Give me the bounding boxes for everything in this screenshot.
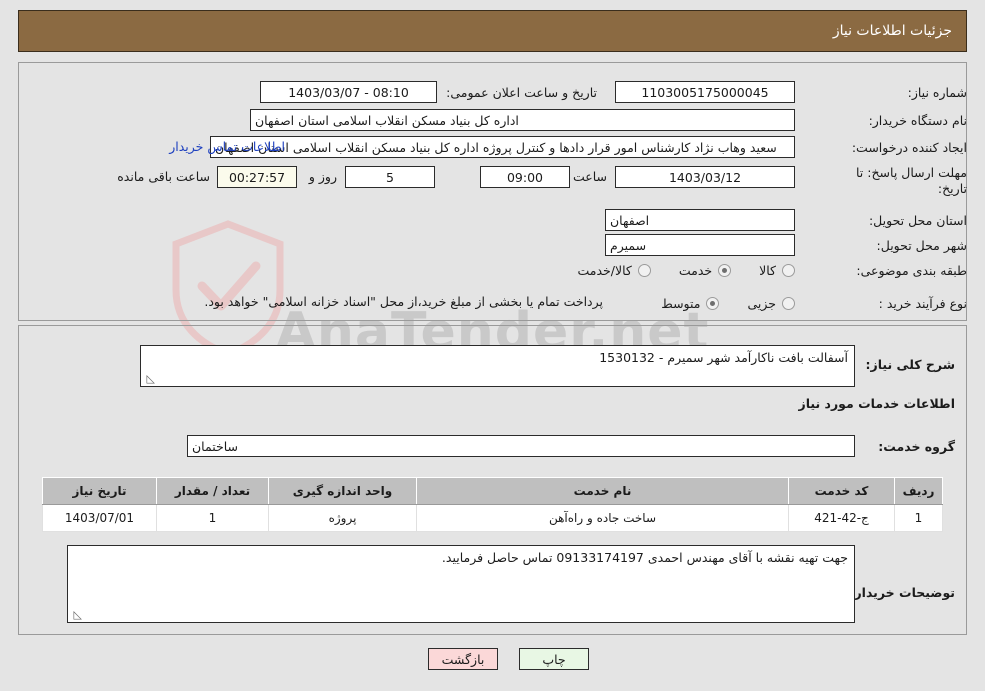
province-value: اصفهان bbox=[605, 209, 795, 231]
buyer-notes-value: جهت تهیه نقشه با آقای مهندس احمدی 091331… bbox=[441, 550, 848, 565]
page-title: جزئیات اطلاعات نیاز bbox=[18, 10, 967, 52]
cell-radif: 1 bbox=[894, 504, 943, 532]
province-row: استان محل تحویل: bbox=[839, 208, 967, 232]
category-row: طبقه بندی موضوعی: bbox=[839, 258, 967, 282]
category-option-kala-khedmat[interactable]: کالا/خدمت bbox=[577, 262, 651, 278]
deadline-hour-label: ساعت bbox=[572, 169, 607, 184]
deadline-hour-value: 09:00 bbox=[480, 166, 570, 188]
process-row: نوع فرآیند خرید : bbox=[839, 291, 967, 315]
th-radif: ردیف bbox=[894, 477, 943, 505]
cell-qty: 1 bbox=[156, 504, 269, 532]
requester-label: ایجاد کننده درخواست: bbox=[851, 139, 967, 155]
radio-motavaset-icon[interactable] bbox=[706, 296, 720, 310]
category-option-khedmat-label: خدمت bbox=[678, 262, 713, 278]
category-label: طبقه بندی موضوعی: bbox=[856, 262, 967, 278]
description-label: شرح کلی نیاز: bbox=[865, 357, 955, 372]
print-button[interactable]: چاپ bbox=[519, 648, 589, 670]
th-date: تاریخ نیاز bbox=[42, 477, 157, 505]
process-option-motavaset-label: متوسط bbox=[661, 295, 701, 311]
services-table: ردیف کد خدمت نام خدمت واحد اندازه گیری ت… bbox=[42, 477, 943, 532]
category-option-khedmat[interactable]: خدمت bbox=[678, 262, 732, 278]
table-row: 1 ج-42-421 ساخت جاده و راه‌آهن پروژه 1 1… bbox=[42, 504, 943, 532]
cell-code: ج-42-421 bbox=[788, 504, 895, 532]
category-option-kala-khedmat-label: کالا/خدمت bbox=[577, 262, 632, 278]
description-value: آسفالت بافت ناکارآمد شهر سمیرم - 1530132 bbox=[599, 350, 848, 365]
th-unit: واحد اندازه گیری bbox=[268, 477, 417, 505]
buyer-contact-link[interactable]: اطلاعات تماس خریدار bbox=[169, 139, 285, 154]
need-number-label: شماره نیاز: bbox=[907, 84, 967, 100]
buyer-org-value: اداره کل بنیاد مسکن انقلاب اسلامی استان … bbox=[250, 109, 795, 131]
cell-unit: پروژه bbox=[268, 504, 417, 532]
process-note: پرداخت تمام یا بخشی از مبلغ خرید،از محل … bbox=[204, 294, 603, 309]
table-header-row: ردیف کد خدمت نام خدمت واحد اندازه گیری ت… bbox=[42, 477, 943, 505]
need-number-value: 1103005175000045 bbox=[615, 81, 795, 103]
radio-khedmat-icon[interactable] bbox=[718, 263, 732, 277]
buyer-org-row: نام دستگاه خریدار: bbox=[839, 108, 967, 132]
process-radio-group: جزیی متوسط bbox=[661, 291, 795, 315]
back-button[interactable]: بازگشت bbox=[428, 648, 498, 670]
resize-grip-icon[interactable]: ◺ bbox=[143, 373, 155, 385]
countdown-value: 00:27:57 bbox=[217, 166, 297, 188]
deadline-label: مهلت ارسال پاسخ: تا تاریخ: bbox=[856, 165, 967, 196]
radio-kala-icon[interactable] bbox=[782, 263, 795, 277]
province-label: استان محل تحویل: bbox=[868, 212, 967, 228]
public-announce-value: 08:10 - 1403/03/07 bbox=[260, 81, 437, 103]
process-option-jozii-label: جزیی bbox=[747, 295, 776, 311]
requester-value: سعید وهاب نژاد کارشناس امور قرار دادها و… bbox=[210, 136, 795, 158]
th-name: نام خدمت bbox=[416, 477, 789, 505]
service-group-value: ساختمان bbox=[187, 435, 855, 457]
deadline-date-value: 1403/03/12 bbox=[615, 166, 795, 188]
services-table-grid: ردیف کد خدمت نام خدمت واحد اندازه گیری ت… bbox=[42, 477, 943, 532]
category-option-kala[interactable]: کالا bbox=[759, 263, 795, 278]
page-root: AnaTender.net جزئیات اطلاعات نیاز شماره … bbox=[0, 0, 985, 691]
resize-grip-icon-notes[interactable]: ◺ bbox=[70, 609, 82, 621]
process-label: نوع فرآیند خرید : bbox=[878, 295, 967, 311]
need-number-row: شماره نیاز: bbox=[839, 80, 967, 104]
th-qty: تعداد / مقدار bbox=[156, 477, 269, 505]
public-announce-row: تاریخ و ساعت اعلان عمومی: bbox=[446, 80, 597, 104]
process-option-motavaset[interactable]: متوسط bbox=[661, 295, 720, 311]
page-title-text: جزئیات اطلاعات نیاز bbox=[832, 23, 952, 39]
th-code: کد خدمت bbox=[788, 477, 895, 505]
days-remaining-value: 5 bbox=[345, 166, 435, 188]
requester-row: ایجاد کننده درخواست: bbox=[839, 135, 967, 159]
process-option-jozii[interactable]: جزیی bbox=[747, 296, 795, 311]
radio-jozii-icon[interactable] bbox=[782, 296, 795, 310]
buyer-notes-textarea[interactable]: جهت تهیه نقشه با آقای مهندس احمدی 091331… bbox=[67, 545, 855, 623]
radio-kala-khedmat-icon[interactable] bbox=[637, 263, 651, 277]
services-section-title: اطلاعات خدمات مورد نیاز bbox=[798, 396, 956, 411]
hours-remaining-label: ساعت باقی مانده bbox=[117, 169, 210, 184]
service-group-label: گروه خدمت: bbox=[878, 439, 955, 454]
days-word-label: روز و bbox=[308, 169, 337, 184]
city-label: شهر محل تحویل: bbox=[876, 237, 967, 253]
category-radio-group: کالا خدمت کالا/خدمت bbox=[577, 258, 795, 282]
category-option-kala-label: کالا bbox=[759, 262, 776, 278]
buyer-org-label: نام دستگاه خریدار: bbox=[868, 112, 967, 128]
deadline-row: مهلت ارسال پاسخ: تا تاریخ: bbox=[839, 165, 967, 203]
buyer-notes-label: توضیحات خریدار: bbox=[849, 585, 955, 600]
cell-date: 1403/07/01 bbox=[42, 504, 157, 532]
city-row: شهر محل تحویل: bbox=[839, 233, 967, 257]
city-value: سمیرم bbox=[605, 234, 795, 256]
description-textarea[interactable]: آسفالت بافت ناکارآمد شهر سمیرم - 1530132… bbox=[140, 345, 855, 387]
public-announce-label: تاریخ و ساعت اعلان عمومی: bbox=[446, 84, 597, 100]
cell-name: ساخت جاده و راه‌آهن bbox=[416, 504, 789, 532]
